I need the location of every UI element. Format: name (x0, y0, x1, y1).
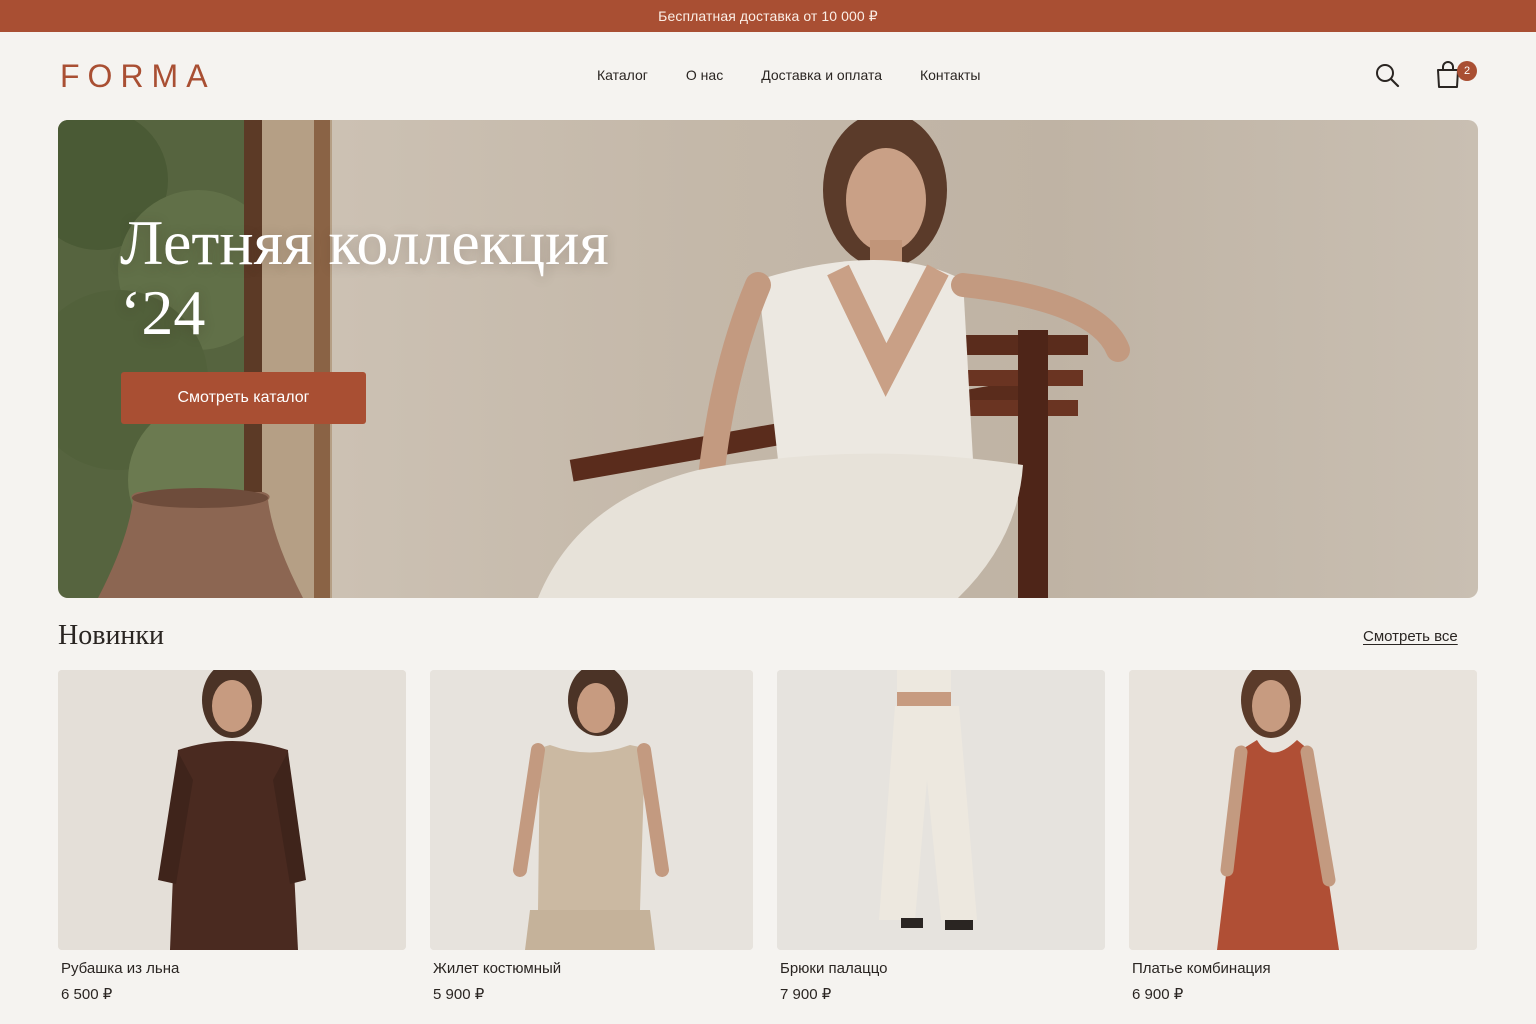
nav-item-about[interactable]: О нас (686, 67, 723, 83)
product-image[interactable] (58, 670, 406, 950)
product-price: 6 500 ₽ (61, 986, 113, 1003)
product-price: 7 900 ₽ (780, 986, 832, 1003)
product-name[interactable]: Жилет костюмный (430, 960, 753, 977)
product-name[interactable]: Брюки палаццо (777, 960, 1105, 977)
product-card[interactable]: Жилет костюмный 5 900 ₽ (430, 670, 753, 1003)
logo[interactable]: FORMA (60, 58, 216, 95)
cart-count-badge: 2 (1457, 61, 1477, 81)
product-price: 5 900 ₽ (433, 986, 485, 1003)
product-card[interactable]: Рубашка из льна 6 500 ₽ (58, 670, 406, 1003)
product-name[interactable]: Рубашка из льна (58, 960, 406, 977)
product-price: 6 900 ₽ (1132, 986, 1184, 1003)
search-icon[interactable] (1374, 62, 1400, 88)
hero-title: Летняя коллекция ‘24 (120, 208, 760, 348)
hero-title-line2: ‘24 (120, 277, 206, 348)
product-image[interactable] (777, 670, 1105, 950)
view-catalog-button[interactable]: Смотреть каталог (121, 372, 366, 424)
promo-bar: Бесплатная доставка от 10 000 ₽ (0, 0, 1536, 32)
product-card[interactable]: Платье комбинация 6 900 ₽ (1129, 670, 1477, 1003)
hero-banner: Летняя коллекция ‘24 Смотреть каталог (58, 120, 1478, 598)
hero-title-line1: Летняя коллекция (120, 207, 609, 278)
nav-item-delivery[interactable]: Доставка и оплата (761, 67, 882, 83)
see-all-link[interactable]: Смотреть все (1363, 628, 1458, 645)
nav-item-contacts[interactable]: Контакты (920, 67, 980, 83)
product-card[interactable]: Брюки палаццо 7 900 ₽ (777, 670, 1105, 1003)
product-name[interactable]: Платье комбинация (1129, 960, 1477, 977)
site-header: FORMA Каталог О нас Доставка и оплата Ко… (0, 32, 1536, 120)
product-image[interactable] (430, 670, 753, 950)
promo-text: Бесплатная доставка от 10 000 ₽ (658, 7, 878, 24)
product-image[interactable] (1129, 670, 1477, 950)
hero-image (58, 120, 1130, 598)
section-title-new-arrivals: Новинки (58, 620, 164, 651)
nav-item-catalog[interactable]: Каталог (597, 67, 648, 83)
main-nav: Каталог О нас Доставка и оплата Контакты (597, 67, 980, 83)
